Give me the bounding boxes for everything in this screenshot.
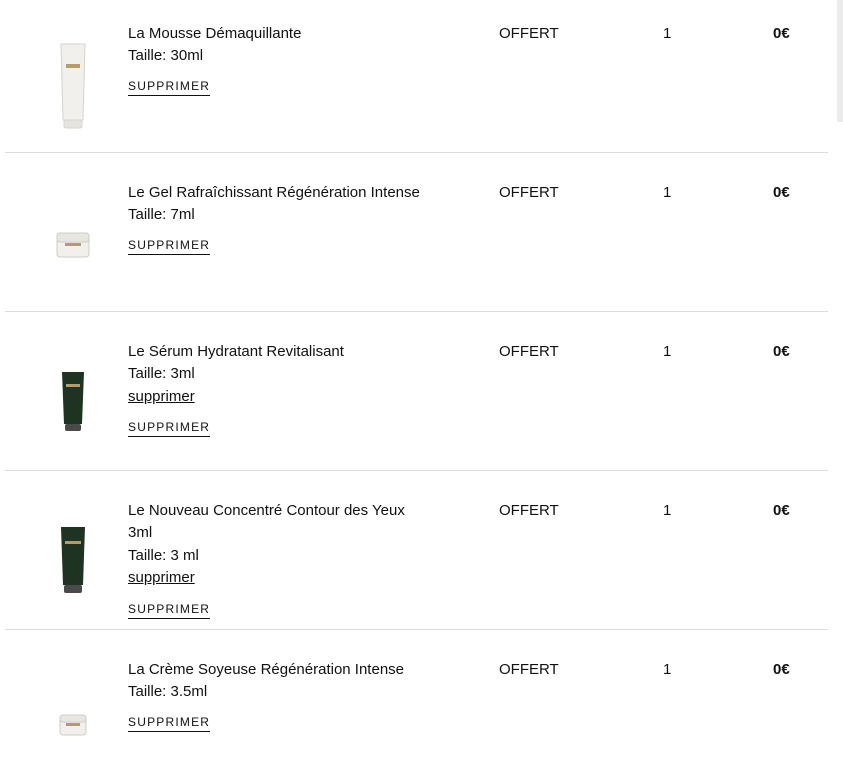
remove-button[interactable]: SUPPRIMER: [128, 601, 211, 619]
product-price: OFFERT: [499, 343, 559, 360]
cart-items-list: La Mousse Démaquillante Taille: 30ml SUP…: [0, 0, 843, 778]
scrollbar[interactable]: [837, 0, 843, 122]
remove-link[interactable]: supprimer: [128, 386, 195, 408]
product-name: Le Nouveau Concentré Contour des Yeux 3m…: [128, 502, 405, 541]
product-size: Taille: 3 ml: [128, 547, 199, 564]
product-name: Le Sérum Hydratant Revitalisant: [128, 343, 344, 360]
product-size: Taille: 3.5ml: [128, 683, 208, 700]
product-price: OFFERT: [499, 184, 559, 201]
product-size: Taille: 7ml: [128, 206, 195, 223]
product-total: 0€: [773, 343, 790, 360]
remove-button[interactable]: SUPPRIMER: [128, 419, 211, 437]
cleanser-tube-icon: [45, 40, 101, 132]
product-quantity: 1: [663, 25, 672, 42]
cream-jar-icon: [45, 711, 101, 739]
product-price: OFFERT: [499, 25, 559, 42]
product-total: 0€: [773, 502, 790, 519]
product-name: La Mousse Démaquillante: [128, 25, 302, 42]
product-name: La Crème Soyeuse Régénération Intense: [128, 661, 405, 678]
product-size: Taille: 3ml: [128, 365, 195, 382]
remove-button[interactable]: SUPPRIMER: [128, 237, 211, 255]
eye-concentrate-tube-icon: [45, 523, 101, 597]
cart-item-row: Le Sérum Hydratant Revitalisant Taille: …: [5, 312, 828, 471]
product-quantity: 1: [663, 502, 672, 519]
product-total: 0€: [773, 661, 790, 678]
cart-item-row: La Crème Soyeuse Régénération Intense Ta…: [5, 630, 828, 778]
product-price: OFFERT: [499, 661, 559, 678]
remove-link[interactable]: supprimer: [128, 567, 195, 589]
remove-button[interactable]: SUPPRIMER: [128, 78, 211, 96]
serum-tube-icon: [45, 368, 101, 434]
product-quantity: 1: [663, 184, 672, 201]
product-quantity: 1: [663, 343, 672, 360]
product-name: Le Gel Rafraîchissant Régénération Inten…: [128, 184, 420, 201]
remove-button[interactable]: SUPPRIMER: [128, 714, 211, 732]
cart-item-row: Le Gel Rafraîchissant Régénération Inten…: [5, 153, 828, 312]
product-quantity: 1: [663, 661, 672, 678]
cart-item-row: La Mousse Démaquillante Taille: 30ml SUP…: [5, 0, 828, 153]
gel-jar-icon: [45, 229, 101, 263]
product-total: 0€: [773, 184, 790, 201]
product-size: Taille: 30ml: [128, 47, 204, 64]
cart-item-row: Le Nouveau Concentré Contour des Yeux 3m…: [5, 471, 828, 630]
product-total: 0€: [773, 25, 790, 42]
product-price: OFFERT: [499, 502, 559, 519]
